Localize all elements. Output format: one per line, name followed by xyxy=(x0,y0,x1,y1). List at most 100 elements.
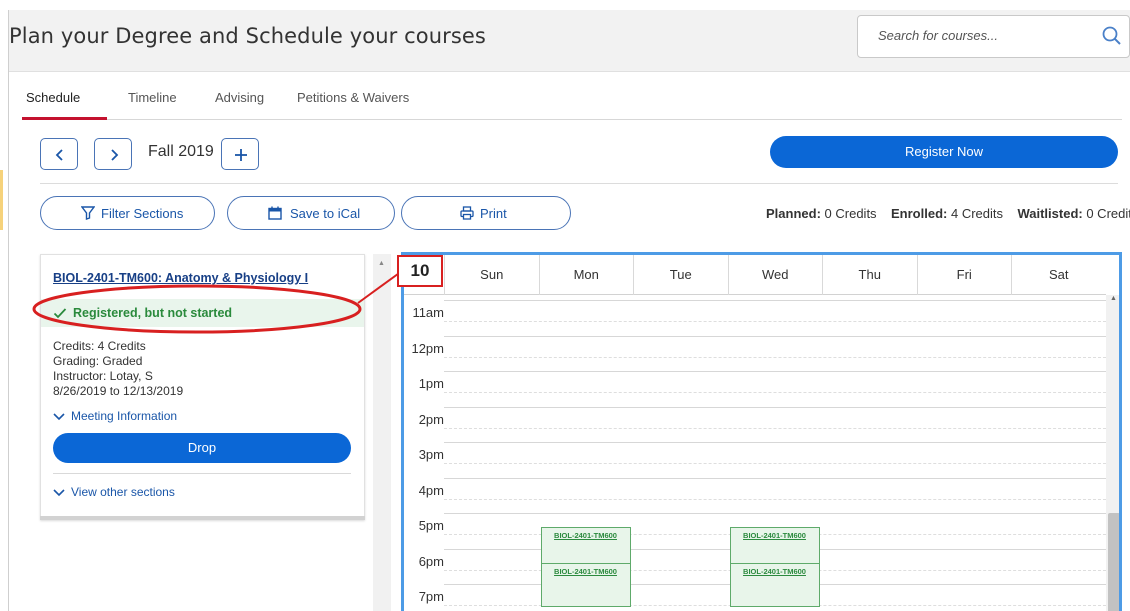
course-event-block[interactable]: BIOL-2401-TM600 xyxy=(540,562,631,607)
drop-button[interactable]: Drop xyxy=(53,433,351,463)
weekly-calendar: Sun Mon Tue Wed Thu Fri Sat 11am 12pm 1pm 2pm 3pm 4… xyxy=(401,252,1122,611)
waitlisted-label: Waitlisted: xyxy=(1017,206,1083,221)
course-card: BIOL-2401-TM600: Anatomy & Physiology I … xyxy=(40,254,365,520)
half-hour-gridline xyxy=(444,463,1106,464)
day-header-fri: Fri xyxy=(916,255,1012,295)
scroll-up-arrow-icon[interactable]: ▲ xyxy=(378,260,385,267)
time-label-11am: 11am xyxy=(412,305,444,320)
planned-value: 0 Credits xyxy=(824,206,877,221)
chevron-right-icon xyxy=(111,149,119,161)
time-label-5pm: 5pm xyxy=(418,518,444,533)
plus-icon xyxy=(235,149,247,161)
search-input[interactable]: Search for courses... xyxy=(857,15,1130,58)
course-credits: Credits: 4 Credits xyxy=(53,339,146,353)
printer-icon xyxy=(460,206,474,220)
day-header-tue: Tue xyxy=(633,255,728,295)
day-header-sun: Sun xyxy=(444,255,539,295)
hour-gridline xyxy=(444,300,1106,301)
chevron-down-icon xyxy=(53,413,65,420)
meeting-information-label: Meeting Information xyxy=(71,409,178,423)
page-header: Plan your Degree and Schedule your cours… xyxy=(9,10,1130,72)
enrolled-label: Enrolled: xyxy=(891,206,948,221)
registration-status: Registered, but not started xyxy=(41,299,364,327)
hour-gridline xyxy=(444,477,1106,479)
tab-advising[interactable]: Advising xyxy=(215,90,264,105)
add-term-button[interactable] xyxy=(221,138,259,170)
card-divider xyxy=(53,473,351,474)
day-header-mon: Mon xyxy=(538,255,634,295)
day-header-sat: Sat xyxy=(1011,255,1106,295)
hour-gridline xyxy=(444,335,1106,337)
time-label-2pm: 2pm xyxy=(418,411,444,427)
annotation-callout: 10 xyxy=(397,255,443,287)
hour-gridline xyxy=(444,442,1106,443)
chevron-down-icon xyxy=(53,489,65,496)
credits-summary: Planned: 0 Credits Enrolled: 4 Credits W… xyxy=(766,206,1130,221)
print-button[interactable]: Print xyxy=(401,196,571,230)
course-event-label[interactable]: BIOL-2401-TM600 xyxy=(542,567,630,576)
half-hour-gridline xyxy=(444,356,1106,358)
search-placeholder: Search for courses... xyxy=(878,28,998,43)
half-hour-gridline xyxy=(444,321,1106,322)
day-header-wed: Wed xyxy=(727,255,823,295)
filter-icon xyxy=(81,206,95,220)
filter-sections-label: Filter Sections xyxy=(101,206,184,221)
course-dates: 8/26/2019 to 12/13/2019 xyxy=(53,384,184,398)
view-other-sections-toggle[interactable]: View other sections xyxy=(53,485,175,499)
registration-status-text: Registered, but not started xyxy=(73,306,233,320)
tab-petitions-waivers[interactable]: Petitions & Waivers xyxy=(297,90,409,105)
course-event-label[interactable]: BIOL-2401-TM600 xyxy=(731,567,819,576)
tab-bar: Schedule Timeline Advising Petitions & W… xyxy=(22,88,1122,120)
hour-gridline xyxy=(444,371,1106,372)
section-divider xyxy=(40,183,1118,184)
scroll-up-arrow-icon[interactable]: ▲ xyxy=(1110,295,1117,302)
course-event-label[interactable]: BIOL-2401-TM600 xyxy=(542,531,630,540)
planned-label: Planned: xyxy=(766,206,821,221)
calendar-scrollbar[interactable]: ▲ xyxy=(1106,295,1119,611)
chevron-left-icon xyxy=(55,149,63,161)
active-tab-indicator xyxy=(22,117,107,120)
previous-term-button[interactable] xyxy=(40,138,78,170)
left-panel-scrollbar[interactable]: ▲ xyxy=(373,254,391,611)
left-edge-highlight xyxy=(0,170,3,230)
checkmark-icon xyxy=(53,308,67,319)
calendar-icon xyxy=(268,206,282,220)
search-icon[interactable] xyxy=(1101,25,1123,47)
tab-timeline[interactable]: Timeline xyxy=(128,90,177,105)
time-label-4pm: 4pm xyxy=(418,482,444,498)
hour-gridline xyxy=(444,513,1106,514)
view-other-sections-label: View other sections xyxy=(71,485,175,499)
time-label-3pm: 3pm xyxy=(418,447,444,462)
time-label-1pm: 1pm xyxy=(418,376,444,391)
half-hour-gridline xyxy=(444,427,1106,429)
current-term: Fall 2019 xyxy=(148,143,214,160)
course-event-block[interactable]: BIOL-2401-TM600 xyxy=(729,562,820,607)
window-left-border xyxy=(8,10,9,611)
next-term-button[interactable] xyxy=(94,138,132,170)
save-to-ical-label: Save to iCal xyxy=(290,206,361,221)
tab-schedule[interactable]: Schedule xyxy=(26,90,80,105)
save-to-ical-button[interactable]: Save to iCal xyxy=(227,196,395,230)
day-header-thu: Thu xyxy=(822,255,917,295)
register-now-button[interactable]: Register Now xyxy=(770,136,1118,168)
page-title: Plan your Degree and Schedule your cours… xyxy=(9,24,486,48)
course-title-link[interactable]: BIOL-2401-TM600: Anatomy & Physiology I xyxy=(53,271,308,285)
half-hour-gridline xyxy=(444,392,1106,393)
filter-sections-button[interactable]: Filter Sections xyxy=(40,196,215,230)
hour-gridline xyxy=(444,406,1106,408)
waitlisted-value: 0 Credits xyxy=(1086,206,1130,221)
enrolled-value: 4 Credits xyxy=(950,206,1004,221)
half-hour-gridline xyxy=(444,498,1106,500)
window-top-strip xyxy=(0,0,1130,10)
meeting-information-toggle[interactable]: Meeting Information xyxy=(53,409,177,423)
course-grading: Grading: Graded xyxy=(53,354,143,368)
time-label-7pm: 7pm xyxy=(418,589,444,604)
card-shadow-bar xyxy=(40,516,365,520)
course-event-label[interactable]: BIOL-2401-TM600 xyxy=(731,531,819,540)
time-label-6pm: 6pm xyxy=(418,553,444,569)
print-label: Print xyxy=(480,206,507,221)
course-instructor: Instructor: Lotay, S xyxy=(53,369,153,383)
time-label-12pm: 12pm xyxy=(411,340,444,356)
calendar-day-header: Sun Mon Tue Wed Thu Fri Sat xyxy=(404,255,1106,295)
calendar-scroll-thumb[interactable] xyxy=(1108,513,1119,611)
